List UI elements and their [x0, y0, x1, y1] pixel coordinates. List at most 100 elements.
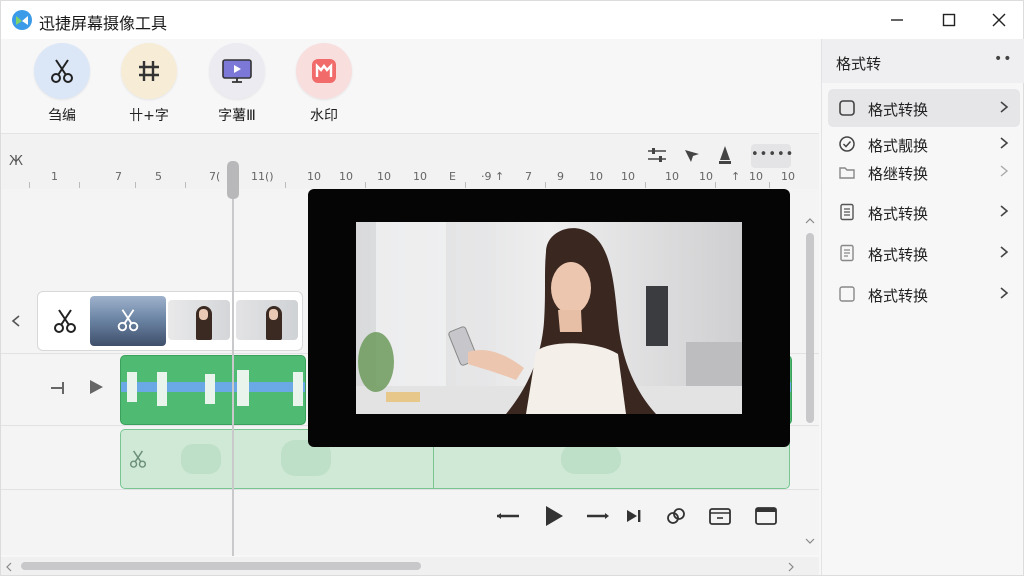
adjust-button[interactable]: [643, 142, 671, 168]
scroll-down-icon[interactable]: [805, 537, 815, 545]
marker-button[interactable]: [711, 142, 739, 168]
green-clip[interactable]: [120, 355, 306, 425]
maximize-icon: [942, 13, 956, 27]
tool-cut[interactable]: 刍编: [27, 43, 97, 127]
trim-icon[interactable]: [49, 379, 69, 397]
ruler-tick-label: 10: [749, 170, 763, 183]
format-item-label: 格式转换: [868, 287, 929, 305]
chevron-right-icon: [1000, 287, 1009, 299]
panel-more-button[interactable]: ••: [994, 51, 1013, 67]
ruler-tick-label: 10: [413, 170, 427, 183]
ruler-tick-label: 10: [665, 170, 679, 183]
ruler-tick-label: 9: [557, 170, 564, 183]
camera-frame-icon: [709, 508, 731, 525]
scroll-right-icon[interactable]: [787, 562, 795, 572]
close-button[interactable]: [979, 5, 1019, 35]
tool-subtitle[interactable]: 字薯Ⅲ: [202, 43, 272, 127]
clip-face: [199, 309, 208, 320]
clip-frame: [237, 370, 249, 406]
folder-icon: [839, 167, 855, 179]
tool-cut-label: 刍编: [48, 108, 76, 124]
ruler-tick: [365, 182, 366, 188]
window-icon: [755, 507, 777, 525]
square-icon: [839, 100, 855, 116]
maximize-button[interactable]: [929, 5, 969, 35]
timeline-horizontal-scrollbar[interactable]: [1, 557, 819, 575]
rewind-button[interactable]: [493, 501, 523, 531]
scissors-icon: [51, 59, 73, 83]
scroll-thumb[interactable]: [21, 562, 421, 570]
forward-button[interactable]: [583, 501, 613, 531]
video-track[interactable]: [37, 291, 303, 351]
chevron-right-icon: [1000, 101, 1009, 113]
minimize-button[interactable]: [877, 5, 917, 35]
ruler-tick-label: ↑: [495, 170, 505, 183]
tool-watermark[interactable]: 水印: [289, 43, 359, 127]
scroll-up-icon[interactable]: [805, 217, 815, 225]
sliders-icon: [648, 148, 666, 162]
format-item-label: 格式靓换: [868, 137, 929, 155]
snapshot-button[interactable]: [705, 501, 735, 531]
format-item-1[interactable]: 格式转换: [828, 89, 1020, 127]
format-item-5[interactable]: 格式转换: [828, 234, 1020, 272]
pointer-button[interactable]: [678, 142, 706, 168]
link-button[interactable]: [661, 501, 691, 531]
clip-frame: [205, 374, 215, 404]
ruler-tick-label: 10: [377, 170, 391, 183]
format-item-3[interactable]: 格继转换: [828, 159, 1020, 187]
ruler-tick-label: 5: [155, 170, 162, 183]
format-item-4[interactable]: 格式转换: [828, 193, 1020, 231]
title-bar: 迅捷屏幕摄像工具: [1, 1, 1023, 39]
ruler-more-button[interactable]: •••••: [751, 144, 793, 168]
rewind-icon: [497, 513, 519, 519]
play-button[interactable]: [539, 501, 569, 531]
play-track-icon[interactable]: [87, 377, 105, 397]
clip-frame: [293, 372, 303, 406]
ruler-tick: [135, 182, 136, 188]
ruler-tick: [79, 182, 80, 188]
tool-cut-circle: [34, 43, 90, 99]
text-add-icon: [139, 61, 159, 81]
tool-text-circle: [121, 43, 177, 99]
chevron-right-icon: [1000, 137, 1009, 149]
clip-face: [269, 309, 278, 320]
ruler-tick-label: 7: [115, 170, 122, 183]
tool-text[interactable]: 卄+字: [114, 43, 184, 127]
ruler-tick-label: 10: [621, 170, 635, 183]
chevron-right-icon: [1000, 205, 1009, 217]
video-preview[interactable]: [308, 189, 790, 447]
scroll-left-icon[interactable]: [5, 562, 13, 572]
skip-end-icon: [627, 510, 641, 522]
ruler-tick-label: 1: [51, 170, 58, 183]
chevron-right-icon: [1000, 246, 1009, 258]
ruler-tick-label: 10: [781, 170, 795, 183]
track-collapse-icon[interactable]: [9, 313, 25, 329]
format-item-6[interactable]: 格式转换: [828, 275, 1020, 313]
playhead-handle[interactable]: [227, 161, 239, 199]
clip-frame: [157, 372, 167, 406]
track-divider: [1, 489, 819, 490]
format-item-2[interactable]: 格式靓换: [828, 131, 1020, 159]
clip-thumbnail-woman[interactable]: [236, 300, 298, 340]
ruler-tick-label: 10: [307, 170, 321, 183]
format-item-label: 格式转换: [868, 246, 929, 264]
ruler-tick-label: 11(): [251, 170, 274, 183]
clip-blob: [561, 444, 621, 474]
ruler-tick-label: ↑: [731, 170, 741, 183]
ruler-tick: [769, 182, 770, 188]
ruler-tick: [285, 182, 286, 188]
ruler-tick-label: 10: [699, 170, 713, 183]
clip-thumbnail-woman[interactable]: [168, 300, 230, 340]
clip-thumbnail-sea[interactable]: [90, 296, 166, 346]
tool-subtitle-label: 字薯Ⅲ: [218, 108, 256, 124]
fullscreen-button[interactable]: [751, 501, 781, 531]
format-panel: 格式转 •• 格式转换 格式靓换 格继转换 格式转换 格式转换 格式转换: [821, 39, 1024, 575]
scroll-thumb[interactable]: [806, 233, 814, 423]
timeline-vertical-scrollbar[interactable]: [803, 189, 817, 555]
close-icon: [992, 13, 1006, 27]
app-title: 迅捷屏幕摄像工具: [39, 14, 168, 33]
next-frame-button[interactable]: [619, 501, 649, 531]
ruler-tick-label: E: [449, 170, 456, 183]
ruler-tick: [645, 182, 646, 188]
play-icon: [546, 506, 563, 526]
